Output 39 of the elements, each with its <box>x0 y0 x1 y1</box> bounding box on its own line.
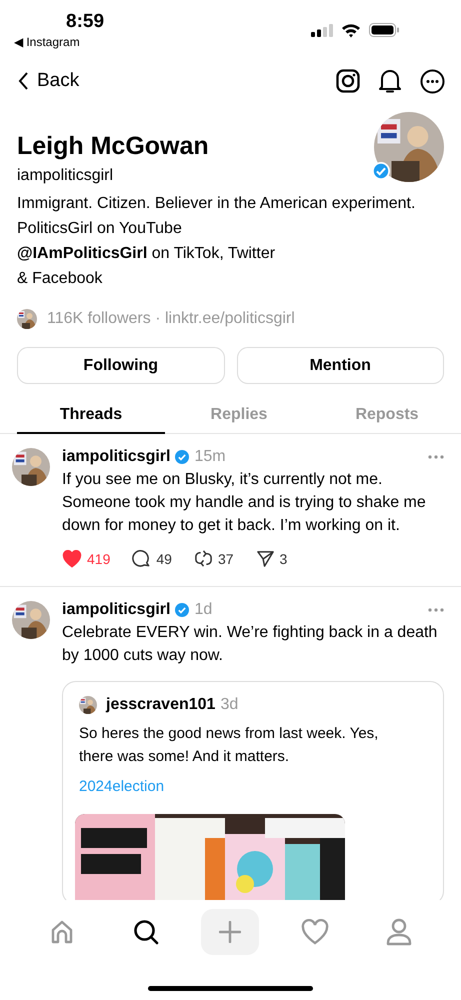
repost-button[interactable]: 37 <box>194 549 234 568</box>
tab[interactable]: Threads <box>17 398 165 434</box>
repost-icon <box>194 549 213 568</box>
mention-button[interactable]: Mention <box>236 347 444 384</box>
quoted-author[interactable]: jesscraven101 <box>106 696 216 714</box>
wifi-icon <box>341 22 361 38</box>
post-text: Celebrate EVERY win. We’re fighting back in a death by 1000 cuts way now. <box>62 623 438 666</box>
back-button[interactable]: Back <box>18 70 80 92</box>
create-tab[interactable] <box>201 909 260 955</box>
clock-time: 8:59 <box>65 10 104 34</box>
quoted-text: So heres the good news from last week. Yes, there was some! And it matters. <box>79 724 380 767</box>
post-time: 1d <box>194 601 212 619</box>
post-author[interactable]: iampoliticsgirl <box>62 448 170 466</box>
chevron-left-icon <box>18 72 29 90</box>
post-time: 3d <box>220 696 238 714</box>
like-button[interactable]: 419 <box>62 550 110 568</box>
post-author[interactable]: iampoliticsgirl <box>62 601 170 619</box>
search-icon <box>132 918 160 946</box>
plus-icon <box>219 921 242 943</box>
post-text: If you see me on Blusky, it’s currently not me. Someone took my handle and is trying to shake me down for money to get it back. I’m working on it. <box>62 470 427 536</box>
speech-bubble-icon <box>132 549 152 568</box>
paper-plane-icon <box>256 549 275 568</box>
following-button[interactable]: Following <box>17 347 224 384</box>
profile-bio: Immigrant. Citizen. Believer in the American experiment. PoliticsGirl on YouTube @IAmPoliticsGirl on TikTok, Twitter & Facebook <box>16 194 416 289</box>
profile-name: Leigh McGowan <box>17 132 209 161</box>
profile-handle: iampoliticsgirl <box>17 167 114 185</box>
more-icon[interactable] <box>420 68 445 94</box>
battery-icon <box>369 23 399 37</box>
post-time: 15m <box>194 448 226 466</box>
bell-icon[interactable] <box>378 68 402 94</box>
signal-icon <box>311 24 333 36</box>
camera-icon[interactable] <box>336 69 360 93</box>
heart-icon <box>300 919 329 945</box>
heart-icon <box>62 550 82 568</box>
reply-button[interactable]: 49 <box>132 549 172 568</box>
share-button[interactable]: 3 <box>256 549 288 568</box>
quoted-post-card[interactable]: jesscraven101 3d So heres the good news from last week. Yes, there was some! And it matters. 2024election <box>62 681 444 900</box>
back-to-app-link[interactable]: ◀ Instagram <box>14 35 104 49</box>
person-icon <box>386 918 412 946</box>
